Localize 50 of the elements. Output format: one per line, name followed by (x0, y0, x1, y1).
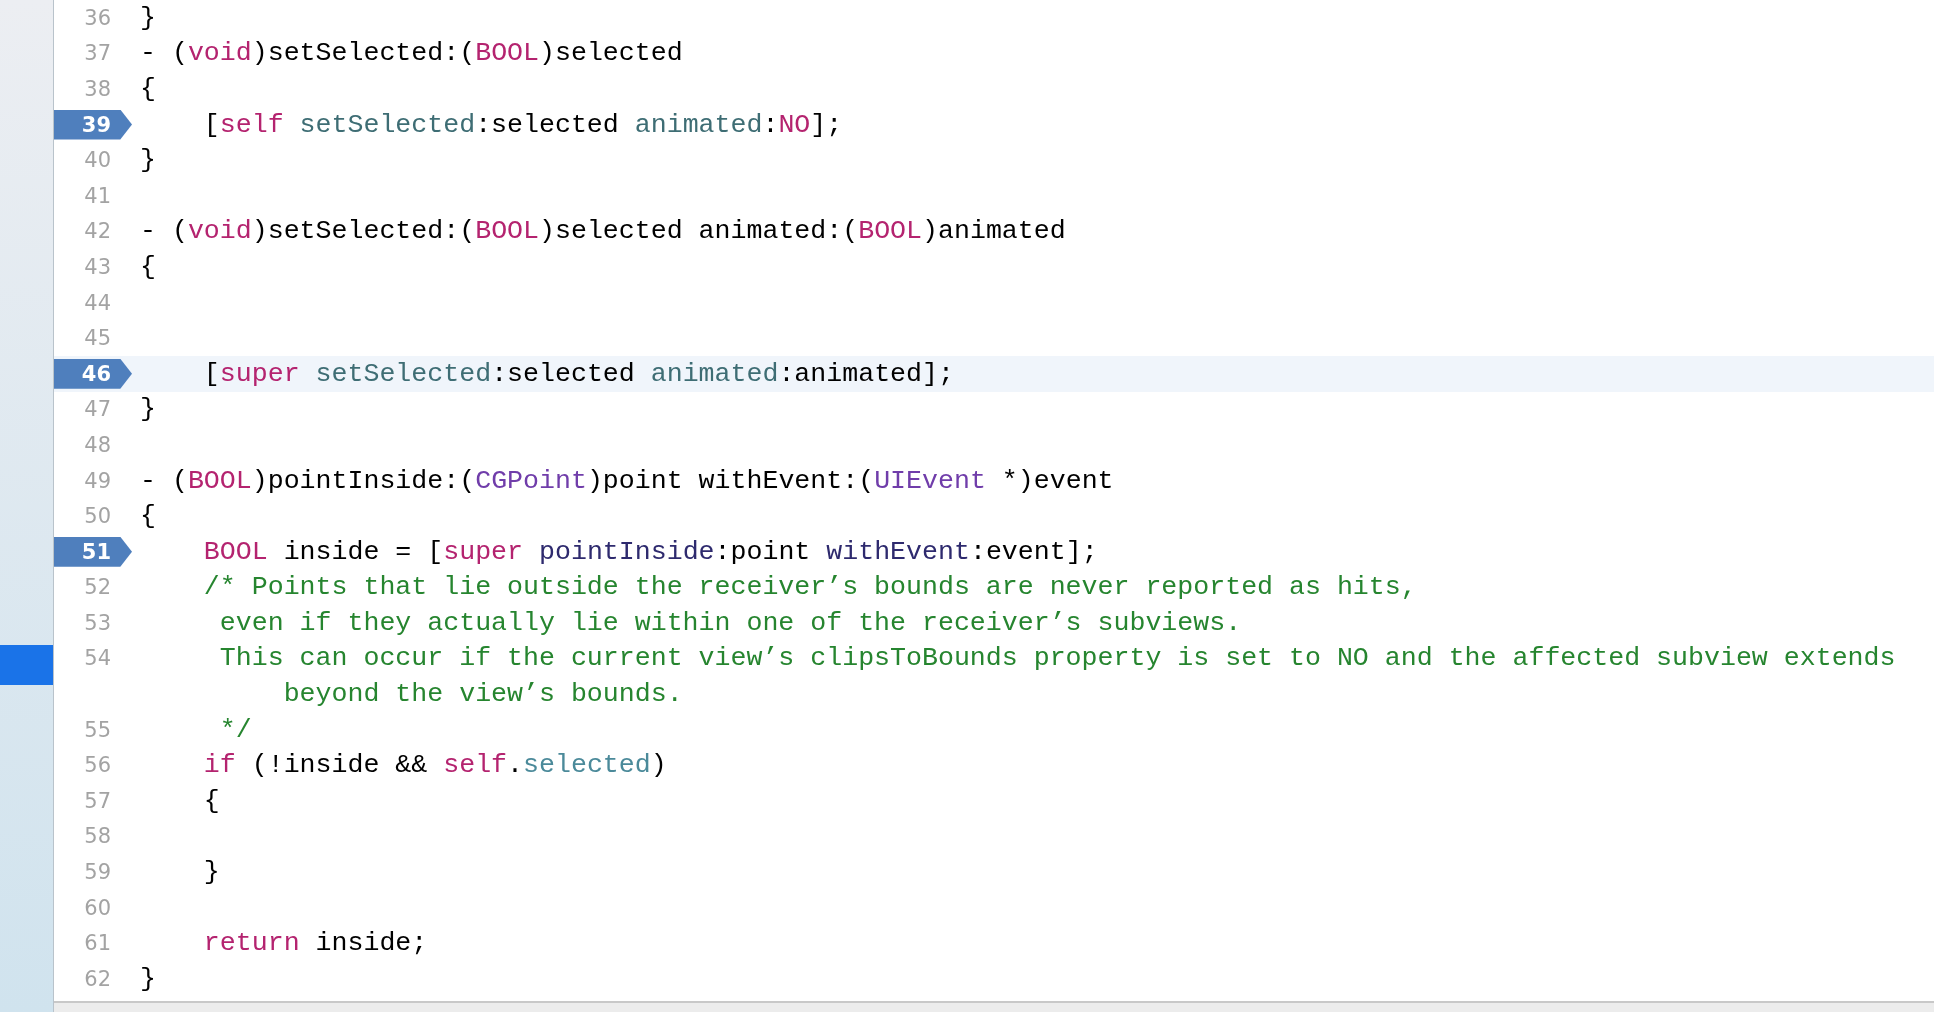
line-number: 44 (84, 290, 112, 315)
code-line: - (BOOL)pointInside:(CGPoint)point withEvent:(UIEvent *)event (140, 465, 1114, 496)
line-number: 62 (84, 966, 112, 991)
code-line: */ (218, 714, 252, 745)
code-line: /* Points that lie outside the receiver’s bounds are never reported as hits, (202, 572, 1417, 603)
code-line: } (140, 145, 156, 176)
code-line: { (140, 501, 156, 532)
line-number: 58 (84, 824, 112, 849)
line-number: 52 (84, 575, 112, 600)
line-number: 37 (84, 41, 112, 66)
line-number: 41 (84, 183, 112, 208)
code-line: } (202, 857, 220, 888)
code-line: [super setSelected:selected animated:animated]; (202, 358, 954, 389)
line-number: 45 (84, 326, 112, 351)
sidebar-selection (0, 645, 53, 685)
line-number: 50 (84, 504, 112, 529)
breakpoint[interactable]: 46 (54, 358, 132, 389)
line-number: 48 (84, 432, 112, 457)
line-number: 47 (84, 397, 112, 422)
breakpoint[interactable]: 39 (54, 109, 132, 140)
line-number: 59 (84, 860, 112, 885)
code-line: [self setSelected:selected animated:NO]; (202, 109, 843, 140)
line-number: 42 (84, 219, 112, 244)
code-line: } (140, 963, 156, 994)
line-number: 60 (84, 895, 112, 920)
code-line: if (!inside && self.selected) (202, 750, 667, 781)
breakpoint[interactable]: 51 (54, 536, 132, 567)
line-number: 38 (84, 77, 112, 101)
code-line: - (void)setSelected:(BOOL)selected animated:(BOOL)animated (140, 216, 1066, 247)
line-number: 40 (84, 148, 112, 173)
code-line: beyond the view’s bounds. (282, 679, 683, 710)
code-line: BOOL inside = [super pointInside:point withEvent:event]; (202, 536, 1098, 567)
line-number: 61 (84, 931, 112, 956)
line-number: 54 (84, 646, 112, 671)
line-number: 43 (84, 254, 112, 279)
code-line: { (140, 251, 156, 282)
code-line: { (202, 785, 220, 816)
line-number: 53 (84, 610, 112, 635)
line-number: 55 (84, 717, 112, 742)
code-line: return inside; (202, 928, 428, 959)
code-line: This can occur if the current view’s clipsToBounds property is set to NO and the affected subview extends (218, 643, 1896, 674)
line-number: 56 (84, 753, 112, 778)
line-number: 36 (84, 5, 112, 30)
code-line: { (140, 74, 156, 104)
line-number: 57 (84, 788, 112, 813)
code-line: } (140, 2, 156, 33)
code-line: - (void)setSelected:(BOOL)selected (140, 38, 683, 69)
code-line: even if they actually lie within one of the receiver’s subviews. (218, 607, 1242, 638)
line-number: 49 (84, 468, 112, 493)
code-line: } (140, 394, 156, 425)
